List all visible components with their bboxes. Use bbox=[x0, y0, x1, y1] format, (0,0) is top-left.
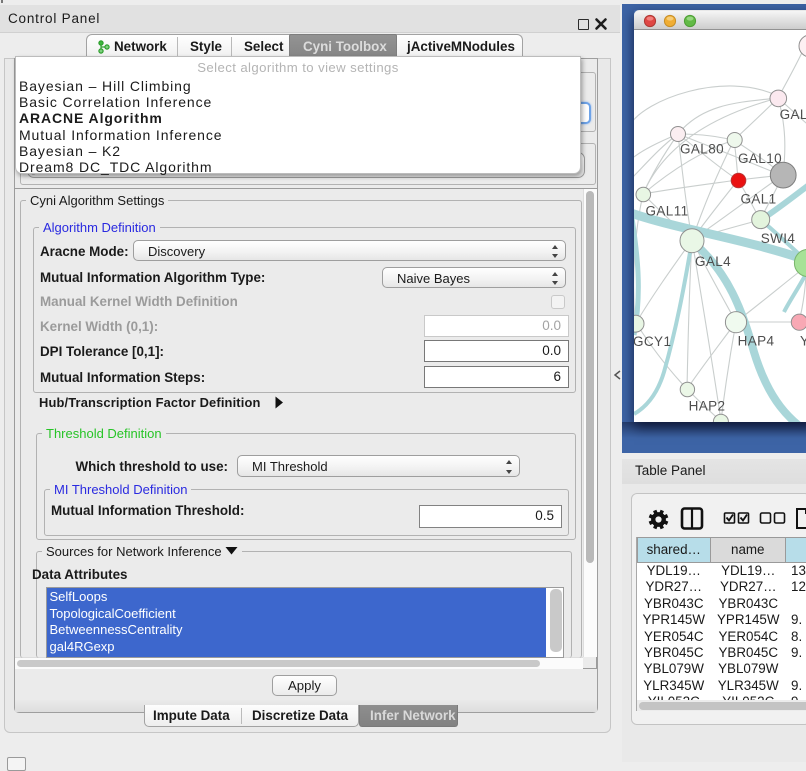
svg-text:GAL7: GAL7 bbox=[780, 107, 806, 122]
svg-text:HAP4: HAP4 bbox=[738, 334, 775, 349]
svg-text:Y: Y bbox=[800, 334, 806, 349]
svg-text:GAL10: GAL10 bbox=[738, 151, 782, 166]
svg-text:GAL80: GAL80 bbox=[680, 142, 724, 157]
svg-text:GCY1: GCY1 bbox=[634, 334, 671, 349]
svg-text:GAL4: GAL4 bbox=[695, 254, 731, 269]
svg-text:SWI4: SWI4 bbox=[761, 231, 796, 246]
svg-text:GAL1: GAL1 bbox=[740, 192, 776, 207]
svg-text:HAP2: HAP2 bbox=[689, 399, 726, 414]
svg-text:GAL11: GAL11 bbox=[645, 204, 688, 219]
